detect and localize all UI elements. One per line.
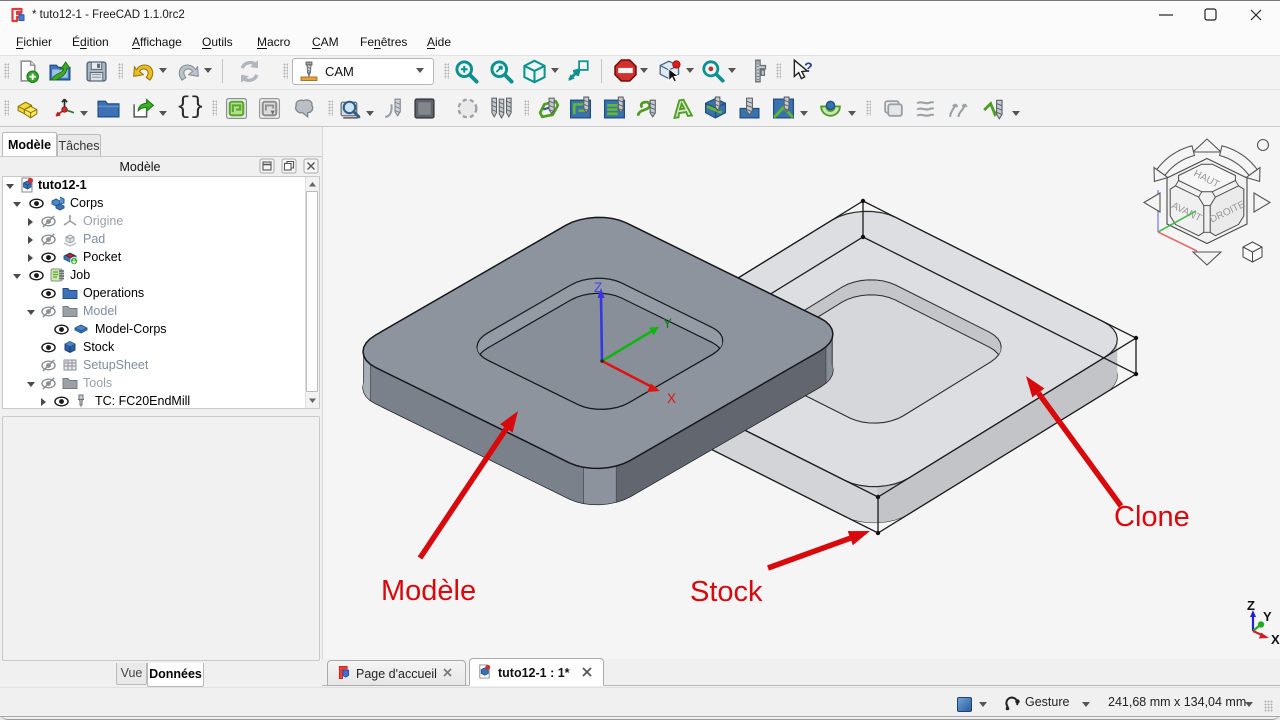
- svg-text:X: X: [667, 391, 676, 406]
- svg-text:Stock: Stock: [690, 576, 763, 608]
- svg-text:Z: Z: [594, 280, 602, 295]
- svg-text:X: X: [1271, 632, 1280, 647]
- svg-text:Clone: Clone: [1114, 501, 1190, 533]
- svg-text:Modèle: Modèle: [381, 575, 476, 607]
- svg-text:Y: Y: [1263, 609, 1272, 624]
- svg-text:Y: Y: [663, 316, 672, 331]
- svg-text:?: ?: [804, 59, 813, 75]
- svg-text:Z: Z: [1247, 598, 1255, 613]
